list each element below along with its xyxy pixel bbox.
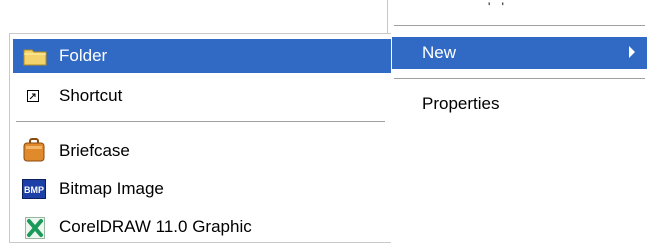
submenu-item-folder[interactable]: Folder [13, 39, 391, 73]
menu-item-properties-label: Properties [422, 94, 500, 113]
submenu-item-folder-label: Folder [59, 46, 108, 65]
menu-item-new-label: New [422, 43, 457, 62]
submenu-item-bitmap-image-label: Bitmap Image [59, 179, 164, 198]
submenu-item-shortcut[interactable]: Shortcut [13, 79, 391, 113]
context-menu: ' ' New Properties [387, 0, 651, 243]
submenu-arrow-icon [629, 46, 635, 58]
menu-item-properties[interactable]: Properties [392, 88, 647, 120]
submenu-item-bitmap-image[interactable]: BMP Bitmap Image [13, 172, 391, 206]
bitmap-icon-text: BMP [24, 185, 44, 195]
submenu-item-briefcase-label: Briefcase [59, 141, 130, 160]
submenu-item-shortcut-label: Shortcut [59, 86, 123, 105]
menu-separator [16, 121, 385, 123]
menu-item-new[interactable]: New [392, 37, 647, 69]
briefcase-icon [23, 138, 45, 162]
new-submenu: Folder Shortcut Briefcase BMP Bitmap Ima… [9, 33, 391, 243]
submenu-item-coreldraw-graphic[interactable]: CorelDRAW 11.0 Graphic [13, 210, 391, 244]
submenu-item-briefcase[interactable]: Briefcase [13, 134, 391, 168]
coreldraw-icon [25, 217, 45, 239]
menu-separator [394, 78, 645, 80]
menu-separator [394, 25, 645, 27]
submenu-item-coreldraw-label: CorelDRAW 11.0 Graphic [59, 217, 252, 236]
shortcut-icon [27, 90, 39, 102]
bitmap-icon: BMP [22, 179, 46, 199]
folder-icon [23, 49, 47, 66]
partial-menu-item: ' ' [488, 0, 508, 14]
